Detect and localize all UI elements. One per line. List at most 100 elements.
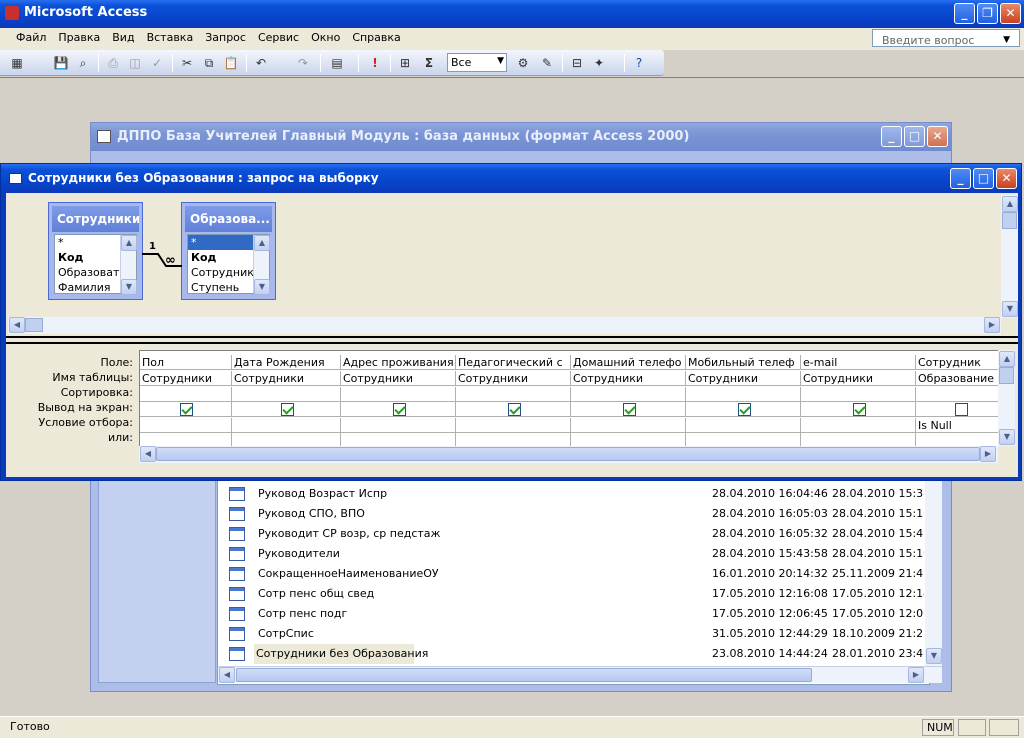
grid-or-cell[interactable]: [456, 433, 571, 446]
scroll-down-icon[interactable]: ▼: [121, 279, 137, 295]
query-type-icon[interactable]: ▤: [326, 52, 348, 74]
query-list-item[interactable]: Сотрудники без Образования: [254, 644, 428, 664]
help-icon[interactable]: ?: [628, 52, 650, 74]
preview-icon[interactable]: ◫: [124, 52, 146, 74]
show-table-icon[interactable]: ⊞: [394, 52, 416, 74]
field-item[interactable]: *: [55, 235, 121, 250]
grid-criteria-cell[interactable]: [341, 418, 456, 433]
grid-criteria-cell[interactable]: [140, 418, 232, 433]
hscroll-thumb[interactable]: [25, 318, 43, 332]
grid-or-cell[interactable]: [341, 433, 456, 446]
access-key-icon[interactable]: [5, 6, 19, 20]
search-icon[interactable]: ⌕: [72, 52, 94, 74]
grid-table-cell[interactable]: Сотрудники: [571, 371, 686, 386]
show-checkbox[interactable]: [280, 403, 294, 416]
grid-table-cell[interactable]: Сотрудники: [456, 371, 571, 386]
grid-or-cell[interactable]: [140, 433, 232, 446]
menu-view[interactable]: Вид: [106, 29, 140, 47]
view-icon[interactable]: ▦: [6, 52, 28, 74]
field-item[interactable]: Образовател: [55, 265, 121, 280]
help-search-input[interactable]: Введите вопрос ▼: [872, 29, 1020, 47]
query-list-item[interactable]: Сотр пенс общ свед: [256, 584, 376, 604]
query-list-item[interactable]: Руководит СР возр, ср педстаж: [256, 524, 442, 544]
grid-hscroll[interactable]: ◀ ▶: [139, 446, 998, 463]
new-object-icon[interactable]: ✦: [588, 52, 610, 74]
hscroll-thumb[interactable]: [156, 447, 980, 461]
show-checkbox[interactable]: [955, 403, 968, 416]
table-pane-hscroll[interactable]: ◀ ▶: [8, 317, 1001, 334]
scroll-left-icon[interactable]: ◀: [9, 317, 25, 333]
field-item[interactable]: Сотрудник: [188, 265, 254, 280]
field-item[interactable]: Ступень: [188, 280, 254, 295]
grid-criteria-cell[interactable]: [686, 418, 801, 433]
list-hscroll[interactable]: ◀ ▶: [218, 666, 942, 683]
scroll-up-icon[interactable]: ▲: [999, 351, 1015, 367]
save-icon[interactable]: 💾: [50, 52, 72, 74]
pane-splitter[interactable]: [6, 336, 1018, 344]
app-minimize-button[interactable]: _: [954, 3, 975, 24]
grid-sort-cell[interactable]: [801, 387, 916, 402]
scroll-right-icon[interactable]: ▶: [980, 446, 996, 462]
query-minimize-button[interactable]: _: [950, 168, 971, 189]
totals-icon[interactable]: Σ: [418, 52, 440, 74]
grid-sort-cell[interactable]: [456, 387, 571, 402]
app-close-button[interactable]: ✕: [1000, 3, 1021, 24]
grid-or-cell[interactable]: [801, 433, 916, 446]
menu-insert[interactable]: Вставка: [141, 29, 200, 47]
grid-table-cell[interactable]: Образование: [916, 371, 998, 386]
table-pane-vscroll[interactable]: ▲ ▼: [1001, 195, 1018, 318]
query-close-button[interactable]: ✕: [996, 168, 1017, 189]
copy-icon[interactable]: ⧉: [198, 52, 220, 74]
query-list-item[interactable]: Руковод Возраст Испр: [256, 484, 389, 504]
grid-field-cell[interactable]: Домашний телефо: [571, 355, 686, 370]
chevron-down-icon[interactable]: ▼: [997, 31, 1016, 49]
scroll-right-icon[interactable]: ▶: [984, 317, 1000, 333]
field-list-vscroll[interactable]: ▲ ▼: [253, 235, 270, 295]
field-item[interactable]: Фамилия: [55, 280, 121, 295]
spelling-icon[interactable]: ✓: [146, 52, 168, 74]
scroll-down-icon[interactable]: ▼: [999, 429, 1015, 445]
scroll-down-icon[interactable]: ▼: [926, 648, 942, 664]
db-maximize-button[interactable]: □: [904, 126, 925, 147]
menu-file[interactable]: Файл: [10, 29, 52, 47]
run-icon[interactable]: !: [364, 52, 386, 74]
grid-criteria-cell[interactable]: [456, 418, 571, 433]
redo-icon[interactable]: ↷: [292, 52, 314, 74]
query-list-item[interactable]: Руководители: [256, 544, 342, 564]
grid-field-cell[interactable]: Пол: [140, 355, 232, 370]
grid-vscroll[interactable]: ▲ ▼: [998, 350, 1015, 446]
menu-help[interactable]: Справка: [346, 29, 406, 47]
cut-icon[interactable]: ✂: [176, 52, 198, 74]
db-close-button[interactable]: ✕: [927, 126, 948, 147]
field-item[interactable]: *: [188, 235, 254, 250]
field-list-employees[interactable]: Сотрудники*КодОбразователФамилия▲▼: [48, 202, 143, 300]
show-checkbox[interactable]: [622, 403, 636, 416]
scroll-up-icon[interactable]: ▲: [1002, 196, 1018, 212]
show-checkbox[interactable]: [180, 403, 193, 416]
query-list-item[interactable]: Сотр пенс подг: [256, 604, 349, 624]
grid-field-cell[interactable]: Мобильный телеф: [686, 355, 801, 370]
show-checkbox[interactable]: [507, 403, 521, 416]
properties-icon[interactable]: ⚙: [512, 52, 534, 74]
field-list-vscroll[interactable]: ▲ ▼: [120, 235, 137, 295]
vscroll-thumb[interactable]: [999, 367, 1014, 384]
grid-sort-cell[interactable]: [341, 387, 456, 402]
grid-field-cell[interactable]: Педагогический с: [456, 355, 571, 370]
paste-icon[interactable]: 📋: [220, 52, 242, 74]
grid-field-cell[interactable]: Адрес проживания: [341, 355, 456, 370]
app-restore-button[interactable]: ❐: [977, 3, 998, 24]
list-vscroll[interactable]: ▼: [925, 480, 942, 666]
menu-window[interactable]: Окно: [305, 29, 346, 47]
show-checkbox[interactable]: [852, 403, 866, 416]
query-list-item[interactable]: СотрСпис: [256, 624, 316, 644]
print-icon[interactable]: ⎙: [102, 52, 124, 74]
grid-criteria-cell[interactable]: [801, 418, 916, 433]
menu-tools[interactable]: Сервис: [252, 29, 305, 47]
grid-or-cell[interactable]: [571, 433, 686, 446]
grid-or-cell[interactable]: [916, 433, 998, 446]
field-list-title[interactable]: Сотрудники: [52, 206, 139, 232]
database-window-icon[interactable]: ⊟: [566, 52, 588, 74]
db-minimize-button[interactable]: _: [881, 126, 902, 147]
menu-edit[interactable]: Правка: [52, 29, 106, 47]
builder-icon[interactable]: ✎: [536, 52, 558, 74]
